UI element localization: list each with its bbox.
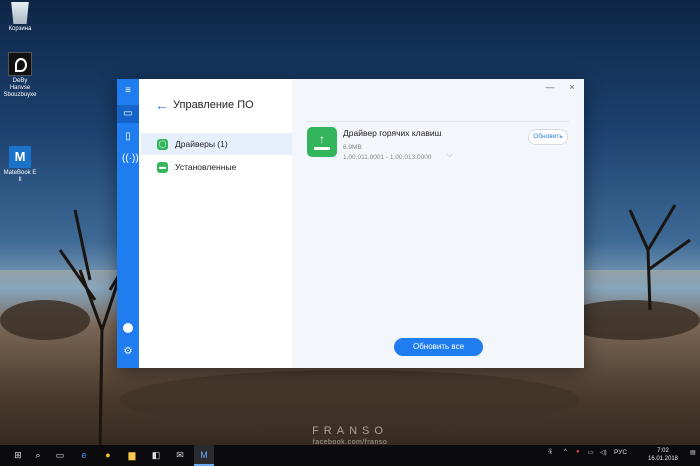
update-all-button[interactable]: Обновить все bbox=[394, 338, 483, 356]
laptop-icon[interactable]: ▭ bbox=[117, 105, 139, 123]
clock-time: 7:02 bbox=[657, 448, 669, 454]
drivers-icon: ◯ bbox=[157, 138, 168, 150]
minimize-button[interactable]: — bbox=[543, 82, 557, 92]
ground-shrubs bbox=[120, 370, 580, 430]
chrome-icon[interactable]: ● bbox=[98, 445, 118, 466]
nav-item-drivers[interactable]: ◯ Драйверы (1) bbox=[141, 133, 292, 155]
nav-item-label: Драйверы (1) bbox=[175, 139, 228, 149]
page-title: Управление ПО bbox=[173, 99, 254, 111]
search-icon[interactable]: ⌕ bbox=[28, 445, 48, 466]
installed-icon: ▬ bbox=[157, 161, 168, 173]
driver-name: Драйвер горячих клавиш bbox=[343, 128, 442, 138]
antivirus-icon[interactable]: ● bbox=[576, 449, 580, 455]
upload-icon: ↑ bbox=[307, 127, 337, 157]
network-icon[interactable]: ▭ bbox=[588, 449, 594, 456]
desktop-icon-label: DeBy Hanvse Sbouzbuyxe bbox=[3, 78, 37, 98]
tree-silhouette-right bbox=[628, 204, 691, 310]
matebook-icon: M bbox=[9, 146, 31, 168]
wireless-icon[interactable]: ((·)) bbox=[122, 153, 139, 165]
desktop-icon-label: MateBook E Il bbox=[3, 170, 37, 183]
store-icon[interactable]: ◧ bbox=[146, 445, 166, 466]
recycle-bin-icon bbox=[11, 2, 29, 24]
language-indicator[interactable]: РУС bbox=[614, 449, 627, 456]
avatar-icon[interactable] bbox=[122, 323, 134, 335]
edge-icon[interactable]: e bbox=[74, 445, 94, 466]
desktop-icon-recycle-bin[interactable]: Корзина bbox=[2, 2, 38, 33]
side-rail: ≡ ▭ ▯ ((·)) ⚙ bbox=[117, 79, 139, 368]
taskbar: ⊞ ⌕ ▭ e ● ▆ ◧ ✉ M ꆜ ^ ● ▭ ◁) РУС 7:02 16… bbox=[0, 445, 700, 466]
nav-item-installed[interactable]: ▬ Установленные bbox=[141, 156, 292, 178]
mail-icon[interactable]: ✉ bbox=[170, 445, 190, 466]
app-p-icon bbox=[8, 52, 32, 76]
close-button[interactable]: × bbox=[565, 82, 579, 92]
watermark-main: FRANSO bbox=[312, 425, 388, 437]
driver-version: 1.00.011.0001 - 1.00.013.0000 bbox=[343, 154, 432, 161]
notifications-icon[interactable]: ▤ bbox=[690, 449, 696, 456]
nav-panel bbox=[139, 79, 292, 368]
task-view-icon[interactable]: ▭ bbox=[50, 445, 70, 466]
file-explorer-icon[interactable]: ▆ bbox=[122, 445, 142, 466]
update-button[interactable]: Обновить bbox=[528, 129, 568, 145]
pc-manager-window: ≡ ▭ ▯ ((·)) ⚙ — × ← Управление ПО ◯ Драй… bbox=[117, 79, 584, 368]
people-icon[interactable]: ꆜ bbox=[548, 449, 553, 456]
gear-icon[interactable]: ⚙ bbox=[122, 346, 134, 358]
back-arrow-icon[interactable]: ← bbox=[155, 97, 169, 113]
chevron-down-icon[interactable]: ⌵ bbox=[447, 152, 452, 160]
clock-date: 16.01.2018 bbox=[647, 456, 679, 462]
desktop-icon-app[interactable]: DeBy Hanvse Sbouzbuyxe bbox=[2, 52, 38, 99]
desktop-icon-label: Корзина bbox=[8, 26, 32, 32]
phone-icon[interactable]: ▯ bbox=[122, 131, 134, 143]
windows-start-icon[interactable]: ⊞ bbox=[8, 445, 28, 466]
volume-icon[interactable]: ◁) bbox=[600, 449, 607, 456]
menu-icon[interactable]: ≡ bbox=[122, 85, 134, 97]
pc-manager-taskbar-icon[interactable]: M bbox=[194, 445, 214, 466]
chevron-up-icon[interactable]: ^ bbox=[564, 449, 567, 455]
nav-item-label: Установленные bbox=[175, 162, 237, 172]
desktop-icon-matebook[interactable]: M MateBook E Il bbox=[2, 146, 38, 184]
driver-card: ↑ Драйвер горячих клавиш 6.9MB 1.00.011.… bbox=[307, 121, 569, 170]
driver-size: 6.9MB bbox=[343, 144, 362, 151]
clock[interactable]: 7:02 16.01.2018 bbox=[640, 447, 686, 463]
